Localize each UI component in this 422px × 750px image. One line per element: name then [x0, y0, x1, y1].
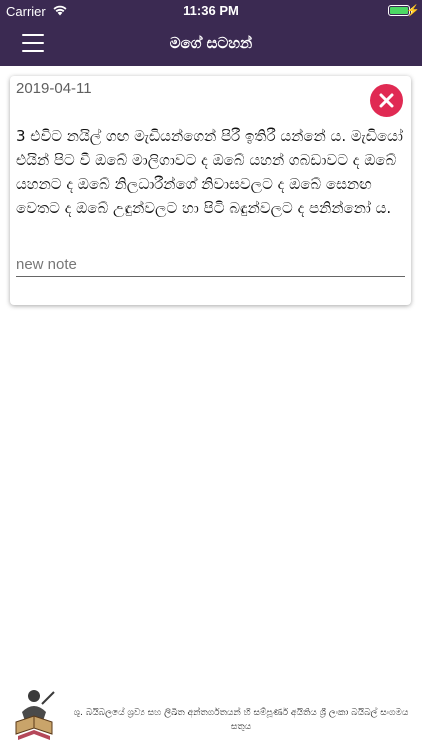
note-body-text: 3 එවිට නයිල් ගඟ මැඩියන්ගෙන් පිරී ඉතිරී ය…	[16, 127, 403, 217]
footer: ශු. බයිබලයේ ශ්‍රව්‍ය සහ ලිඛිත අන්තර්ගතයන…	[0, 682, 422, 750]
battery-level-fill	[390, 7, 408, 14]
status-bar: Carrier 11:36 PM ⚡	[0, 0, 422, 22]
charging-bolt-icon: ⚡	[406, 5, 420, 17]
close-icon[interactable]	[370, 84, 403, 117]
note-card: 2019-04-11 3 එවිට නයිල් ගඟ මැඩියන්ගෙන් ප…	[10, 76, 411, 305]
page-title: මගේ සටහන්	[169, 34, 253, 52]
nav-bar: මගේ සටහන්	[0, 22, 422, 66]
status-time: 11:36 PM	[183, 3, 239, 18]
new-note-input[interactable]	[16, 252, 405, 277]
footer-copyright-text: ශු. බයිබලයේ ශ්‍රව්‍ය සහ ලිඛිත අන්තර්ගතයන…	[73, 708, 409, 732]
bible-society-logo-icon	[8, 682, 60, 746]
note-date: 2019-04-11	[16, 80, 92, 97]
